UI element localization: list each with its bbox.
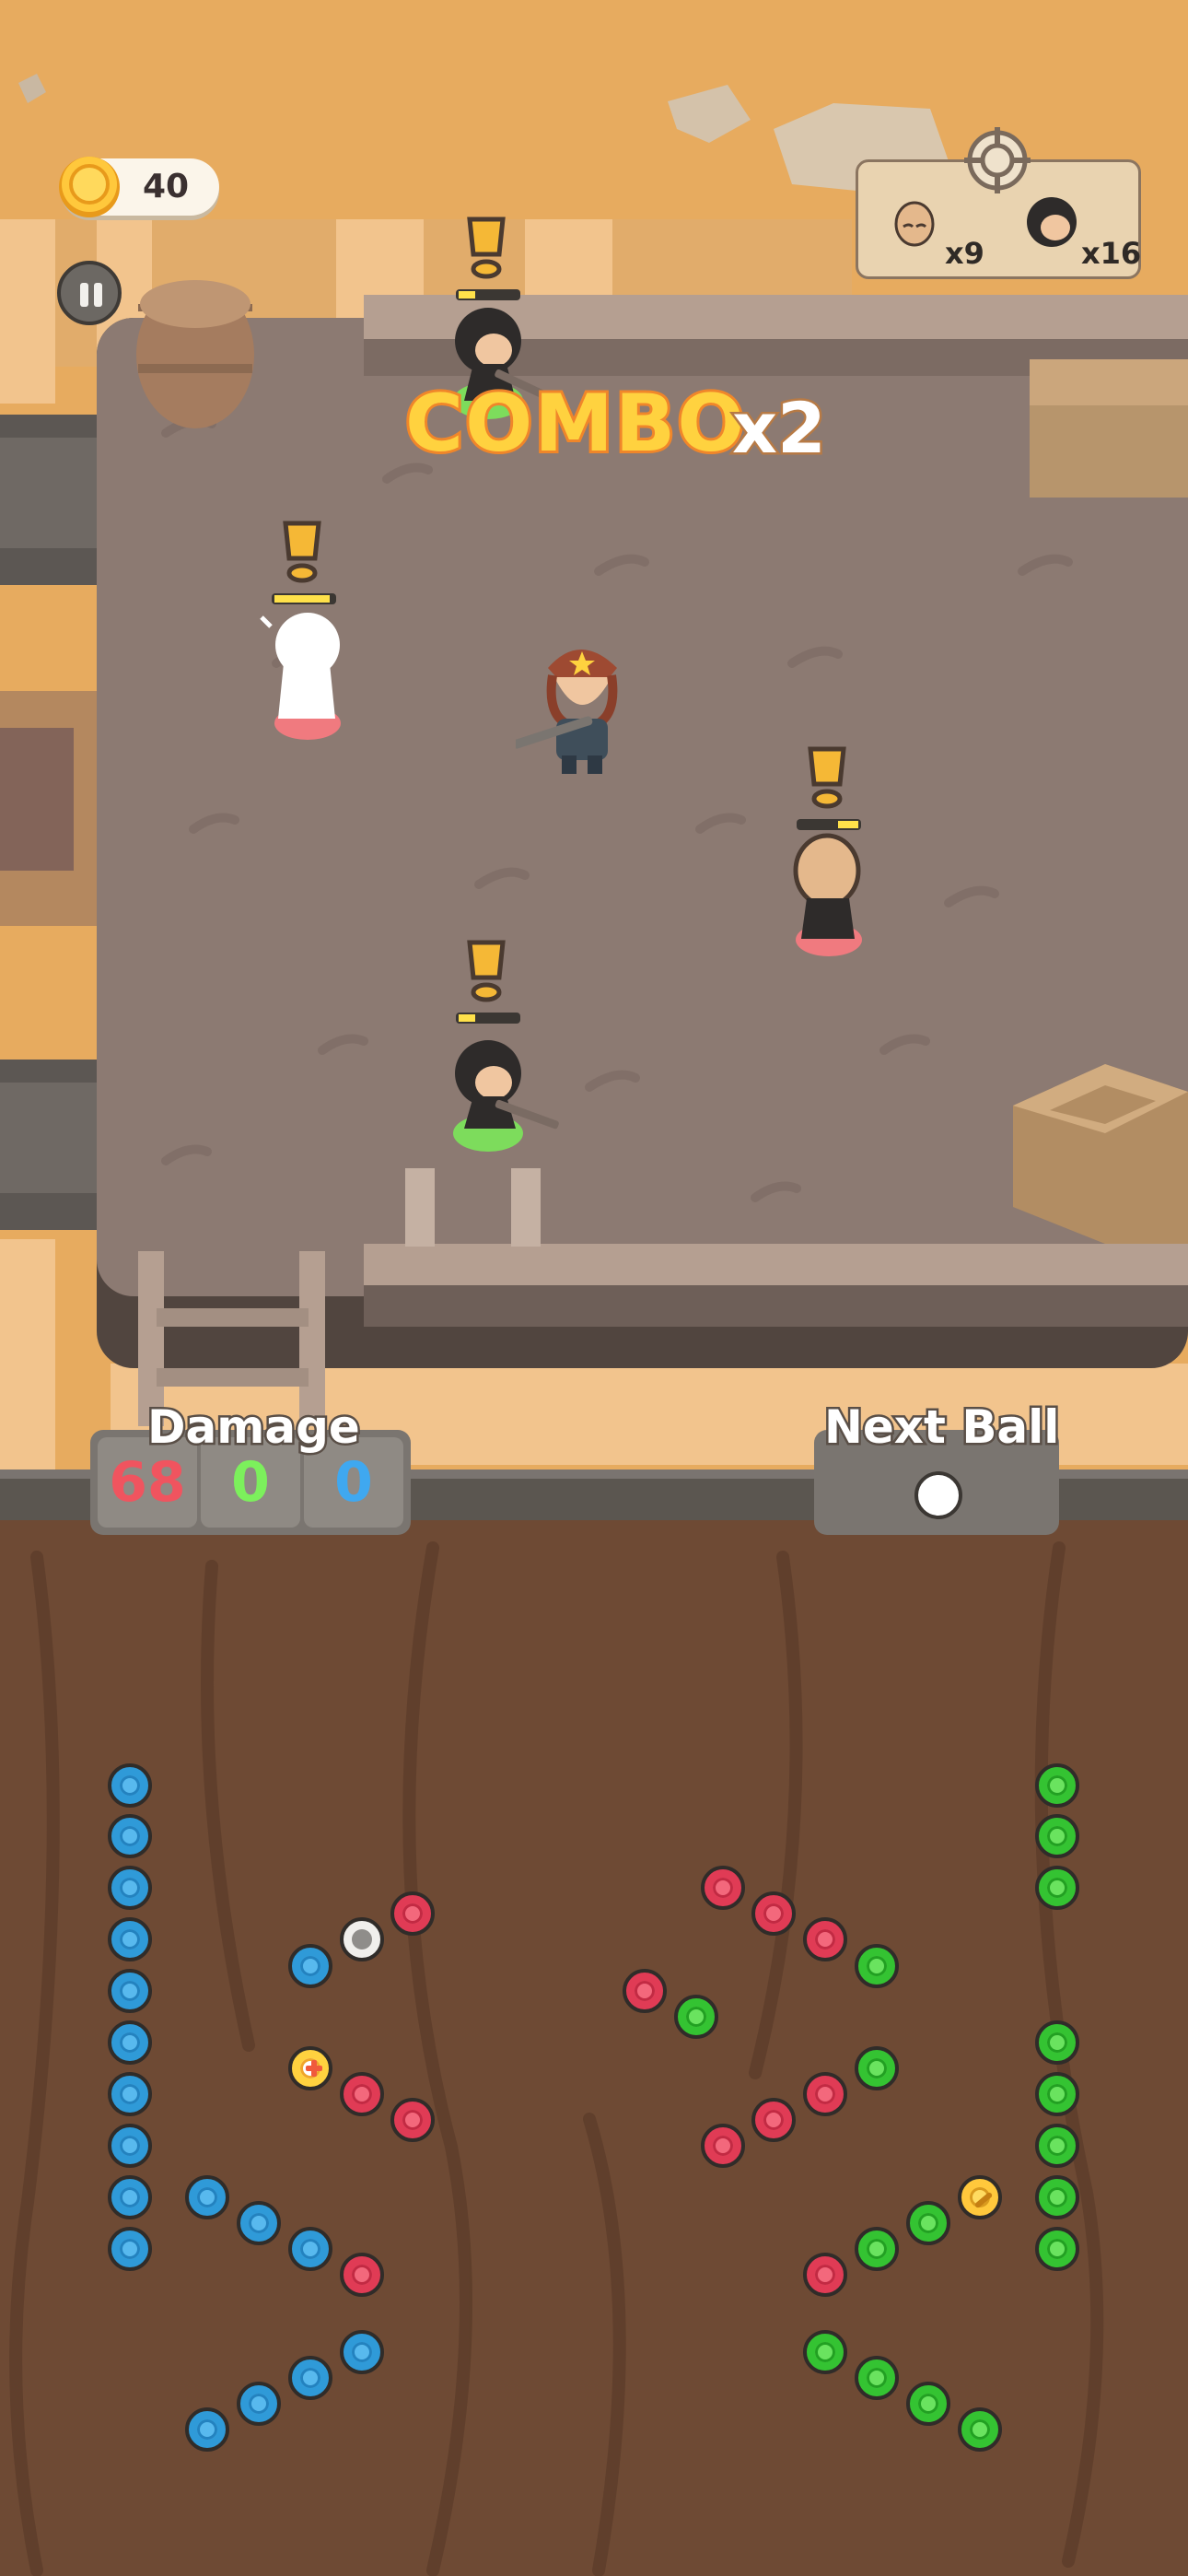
green-peg <box>803 2330 847 2374</box>
coin-icon <box>59 157 120 217</box>
blue-peg <box>108 1866 152 1910</box>
pause-icon <box>80 283 88 307</box>
blue-peg <box>108 2175 152 2219</box>
blue-peg <box>185 2175 229 2219</box>
green-peg <box>1035 2175 1079 2219</box>
hooded-gunman-icon <box>1027 197 1077 247</box>
red-peg <box>340 2072 384 2116</box>
green-peg <box>958 2407 1002 2452</box>
next-ball-white <box>914 1471 962 1519</box>
green-peg <box>906 2382 950 2426</box>
red-peg <box>803 2072 847 2116</box>
red-peg <box>803 1917 847 1961</box>
crosshair-icon <box>964 127 1031 193</box>
green-peg <box>1035 1814 1079 1858</box>
red-peg <box>701 2124 745 2168</box>
green-peg <box>1035 2020 1079 2065</box>
green-peg <box>1035 1866 1079 1910</box>
bald-bandit <box>793 746 862 956</box>
red-peg <box>701 1866 745 1910</box>
red-peg <box>390 1891 435 1936</box>
blue-peg <box>288 1944 332 1988</box>
bald-bandit-icon <box>894 201 935 247</box>
pause-button[interactable] <box>57 261 122 325</box>
green-peg <box>674 1995 718 2039</box>
green-peg <box>855 2227 899 2271</box>
gray-peg <box>340 1917 384 1961</box>
blue-peg <box>340 2330 384 2374</box>
green-peg <box>855 2046 899 2090</box>
bald-bandit-count: x9 <box>945 236 984 271</box>
blue-peg <box>108 2124 152 2168</box>
hooded-gunman-count: x16 <box>1081 236 1142 271</box>
blue-peg <box>237 2201 281 2245</box>
green-peg <box>1035 2072 1079 2116</box>
damage-title: Damage <box>146 1399 363 1457</box>
blue-peg <box>108 1814 152 1858</box>
green-peg <box>1035 1763 1079 1808</box>
blue-peg <box>288 2227 332 2271</box>
blue-peg <box>108 2072 152 2116</box>
hooded-gunman-bottom <box>453 940 559 1152</box>
blue-peg <box>108 1763 152 1808</box>
red-peg <box>623 1969 667 2013</box>
red-peg <box>390 2098 435 2142</box>
coin-count: 40 <box>142 168 190 205</box>
green-peg <box>855 1944 899 1988</box>
blue-peg <box>108 1917 152 1961</box>
blue-peg <box>108 2227 152 2271</box>
blue-peg <box>288 2356 332 2400</box>
blue-peg <box>108 2020 152 2065</box>
green-peg <box>855 2356 899 2400</box>
green-peg <box>906 2201 950 2245</box>
red-peg <box>340 2253 384 2297</box>
combo-multiplier: x2 <box>730 385 829 472</box>
red-peg <box>751 1891 796 1936</box>
coin-peg-icon <box>958 2175 1002 2219</box>
hit-enemy-flash <box>260 521 341 740</box>
sheriff-player <box>516 650 618 774</box>
blue-peg <box>185 2407 229 2452</box>
green-peg <box>1035 2124 1079 2168</box>
red-peg <box>803 2253 847 2297</box>
red-peg <box>751 2098 796 2142</box>
next-ball-title: Next Ball <box>821 1399 1061 1457</box>
green-peg <box>1035 2227 1079 2271</box>
blue-peg <box>108 1969 152 2013</box>
blue-peg <box>237 2382 281 2426</box>
heal-peg-icon <box>288 2046 332 2090</box>
combo-label: COMBO <box>402 375 747 473</box>
